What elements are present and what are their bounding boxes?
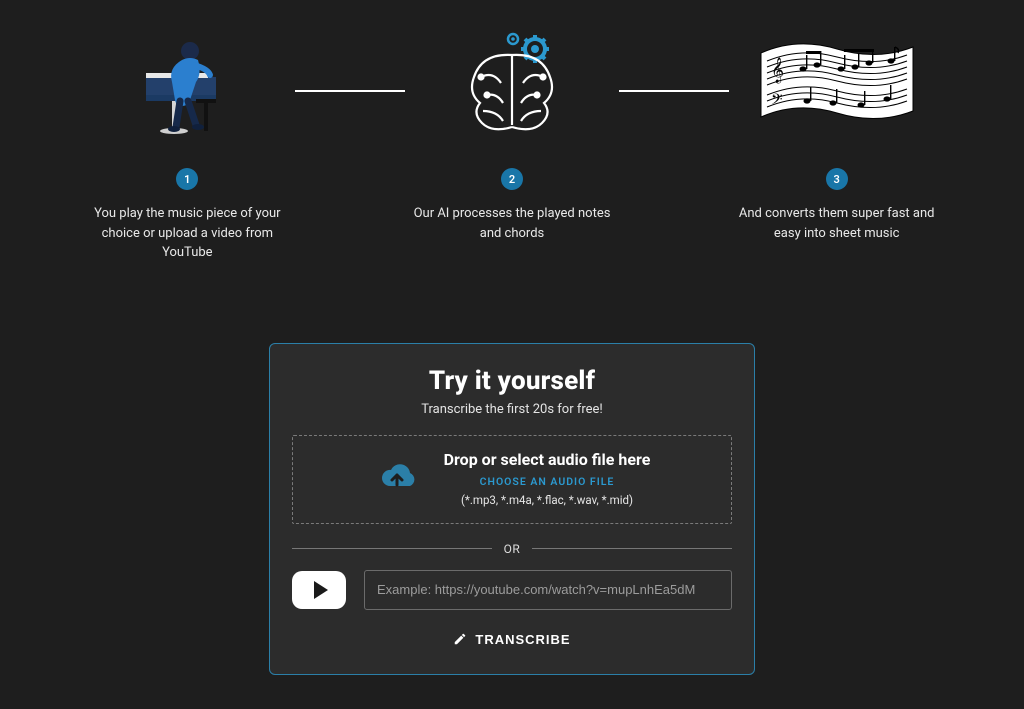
youtube-url-input[interactable]: [364, 570, 732, 610]
cloud-upload-icon: [374, 459, 420, 497]
step-2: 2 Our AI processes the played notes and …: [405, 20, 620, 243]
connector-line: [295, 90, 405, 92]
step-number-badge: 1: [176, 168, 198, 190]
step-number-badge: 2: [501, 168, 523, 190]
panel-title: Try it yourself: [292, 366, 732, 396]
how-it-works-steps: 1 You play the music piece of your choic…: [0, 0, 1024, 263]
step-number-badge: 3: [826, 168, 848, 190]
transcribe-label: TRANSCRIBE: [475, 632, 570, 647]
step-1: 1 You play the music piece of your choic…: [80, 20, 295, 263]
ai-brain-icon: [457, 20, 567, 140]
or-label: OR: [492, 542, 533, 556]
supported-extensions: (*.mp3, *.m4a, *.flac, *.wav, *.mid): [444, 493, 651, 507]
svg-text:𝄞: 𝄞: [771, 57, 784, 83]
try-it-panel: Try it yourself Transcribe the first 20s…: [269, 343, 755, 676]
pencil-icon: [453, 632, 467, 646]
svg-text:𝄢: 𝄢: [771, 91, 783, 111]
sheet-music-icon: 𝄞 𝄢: [757, 20, 917, 140]
transcribe-button[interactable]: TRANSCRIBE: [453, 632, 570, 647]
step-description: Our AI processes the played notes and ch…: [405, 204, 620, 243]
step-description: You play the music piece of your choice …: [80, 204, 295, 263]
dropzone-title: Drop or select audio file here: [444, 450, 651, 469]
youtube-icon: [292, 571, 346, 609]
panel-subtitle: Transcribe the first 20s for free!: [292, 402, 732, 417]
piano-player-icon: [132, 20, 242, 140]
step-3: 𝄞 𝄢 3 And conver: [729, 20, 944, 243]
or-divider: OR: [292, 542, 732, 556]
audio-dropzone[interactable]: Drop or select audio file here CHOOSE AN…: [292, 435, 732, 524]
connector-line: [619, 90, 729, 92]
step-description: And converts them super fast and easy in…: [729, 204, 944, 243]
choose-file-link[interactable]: CHOOSE AN AUDIO FILE: [444, 475, 651, 488]
